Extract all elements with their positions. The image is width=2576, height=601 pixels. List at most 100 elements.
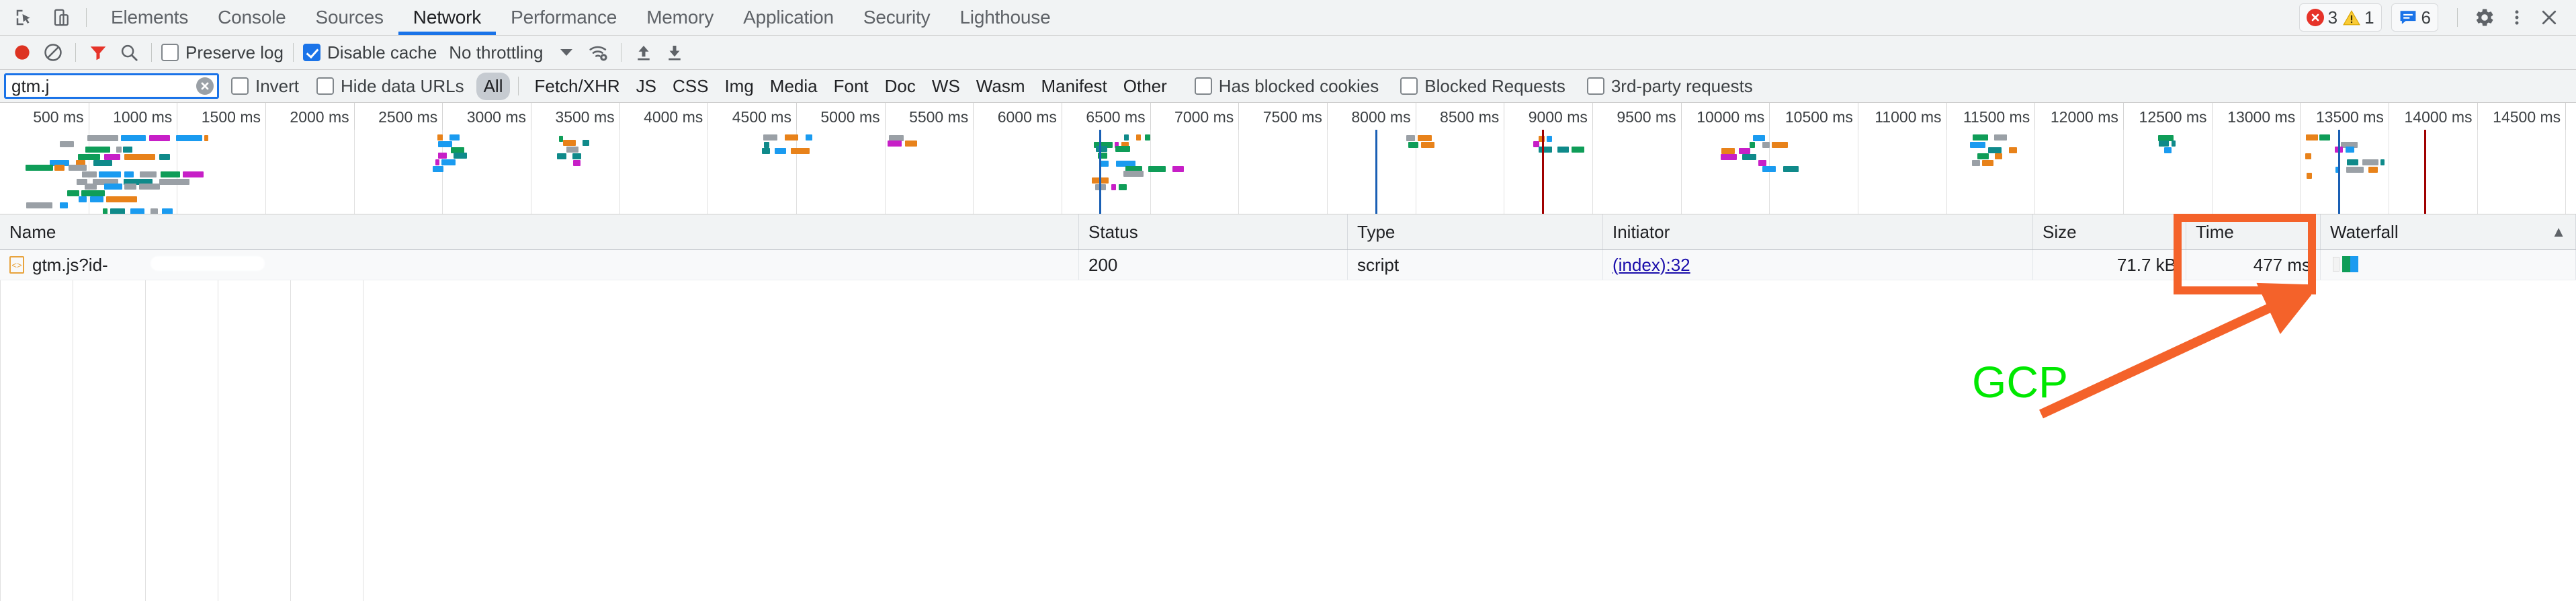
- chip-font[interactable]: Font: [826, 73, 876, 100]
- overview-request-bar: [774, 147, 787, 154]
- close-devtools-icon[interactable]: [2534, 3, 2564, 32]
- overview-request-bar: [1115, 160, 1135, 167]
- disable-cache-checkbox[interactable]: Disable cache: [300, 42, 439, 63]
- column-header-status[interactable]: Status: [1079, 214, 1348, 249]
- chip-js[interactable]: JS: [629, 73, 664, 100]
- tab-console[interactable]: Console: [203, 0, 300, 35]
- overview-request-bar: [1762, 141, 1770, 148]
- overview-request-bar: [905, 140, 917, 147]
- throttling-dropdown[interactable]: No throttling: [449, 42, 573, 63]
- column-header-type[interactable]: Type: [1348, 214, 1603, 249]
- overview-request-bar: [1123, 171, 1144, 177]
- chip-other[interactable]: Other: [1116, 73, 1174, 100]
- more-options-icon[interactable]: [2502, 3, 2532, 32]
- third-party-requests-checkbox[interactable]: 3rd-party requests: [1584, 76, 1756, 97]
- column-label: Type: [1357, 221, 1396, 242]
- script-file-icon: <>: [9, 256, 24, 274]
- tab-performance[interactable]: Performance: [496, 0, 632, 35]
- overview-gridline: [1326, 130, 1328, 214]
- preserve-log-box[interactable]: [161, 44, 179, 61]
- filter-icon[interactable]: [83, 38, 114, 67]
- tab-lighthouse[interactable]: Lighthouse: [945, 0, 1065, 35]
- tab-label: Elements: [111, 7, 189, 28]
- chip-manifest[interactable]: Manifest: [1034, 73, 1115, 100]
- chip-label: Fetch/XHR: [534, 75, 620, 96]
- overview-request-bar: [78, 196, 87, 203]
- chip-wasm[interactable]: Wasm: [969, 73, 1033, 100]
- messages-counter-group[interactable]: 6: [2391, 3, 2438, 32]
- preserve-log-checkbox[interactable]: Preserve log: [159, 42, 286, 63]
- overview-request-bar: [99, 171, 121, 177]
- overview-gridline: [796, 130, 797, 214]
- timeline-tick: 14500 ms: [0, 103, 2567, 130]
- has-blocked-cookies-checkbox[interactable]: Has blocked cookies: [1192, 76, 1381, 97]
- load-event-marker: [2424, 130, 2426, 214]
- disable-cache-box[interactable]: [302, 44, 320, 61]
- overview-request-bar: [763, 141, 769, 148]
- cell-name[interactable]: <> gtm.js?id-: [0, 250, 1079, 280]
- settings-gear-icon[interactable]: [2470, 3, 2499, 32]
- tab-security[interactable]: Security: [849, 0, 945, 35]
- column-header-initiator[interactable]: Initiator: [1603, 214, 2033, 249]
- chip-ws[interactable]: WS: [925, 73, 968, 100]
- tab-network[interactable]: Network: [398, 0, 497, 35]
- overview-request-bar: [1977, 153, 1989, 159]
- filter-input[interactable]: [4, 73, 219, 99]
- record-button[interactable]: [7, 38, 38, 67]
- overview-gridline: [1592, 130, 1593, 214]
- dom-content-loaded-marker: [1375, 130, 1377, 214]
- tab-memory[interactable]: Memory: [632, 0, 728, 35]
- chip-label: WS: [931, 75, 960, 96]
- overview-gridline: [265, 130, 266, 214]
- overview-request-bar: [161, 171, 181, 177]
- column-label: Status: [1088, 221, 1138, 242]
- network-overview[interactable]: 500 ms 1000 ms 1500 ms 2000 ms 2500 ms 3000 m…: [0, 103, 2576, 214]
- overview-request-bar: [85, 147, 111, 153]
- device-toolbar-icon[interactable]: [47, 3, 77, 32]
- table-row[interactable]: <> gtm.js?id- 200 script (index):32 71.7…: [0, 250, 2576, 280]
- clear-button[interactable]: [38, 38, 69, 67]
- column-label: Time: [2196, 221, 2234, 242]
- hide-data-urls-box[interactable]: [316, 77, 335, 95]
- chip-img[interactable]: Img: [717, 73, 761, 100]
- overview-gridline: [707, 130, 709, 214]
- load-event-marker: [1542, 130, 1544, 214]
- message-counter[interactable]: 6: [2399, 7, 2431, 28]
- column-header-size[interactable]: Size: [2033, 214, 2186, 249]
- invert-box[interactable]: [231, 77, 249, 95]
- overview-gridline: [2034, 130, 2036, 214]
- overview-request-bar: [2164, 147, 2172, 154]
- chip-doc[interactable]: Doc: [877, 73, 923, 100]
- overview-gridline: [353, 130, 355, 214]
- chip-media[interactable]: Media: [763, 73, 825, 100]
- blocked-requests-box[interactable]: [1400, 77, 1418, 95]
- overview-request-bar: [130, 208, 144, 214]
- overview-request-bar: [68, 165, 87, 171]
- tab-sources[interactable]: Sources: [300, 0, 398, 35]
- warning-counter[interactable]: 1: [2343, 7, 2374, 28]
- network-conditions-icon[interactable]: [583, 38, 614, 67]
- issues-counter-group[interactable]: 3 1: [2299, 3, 2382, 32]
- chip-all[interactable]: All: [476, 72, 511, 100]
- import-har-icon[interactable]: [628, 38, 659, 67]
- tab-application[interactable]: Application: [728, 0, 849, 35]
- hide-data-urls-checkbox[interactable]: Hide data URLs: [314, 76, 467, 97]
- tab-elements[interactable]: Elements: [96, 0, 203, 35]
- search-icon[interactable]: [114, 38, 144, 67]
- overview-request-bar: [1145, 134, 1150, 141]
- invert-checkbox[interactable]: Invert: [228, 76, 302, 97]
- chip-fetch-xhr[interactable]: Fetch/XHR: [527, 73, 627, 100]
- column-header-waterfall[interactable]: Waterfall ▲: [2321, 214, 2576, 249]
- column-header-time[interactable]: Time: [2186, 214, 2321, 249]
- third-party-requests-box[interactable]: [1586, 77, 1604, 95]
- clear-filter-icon[interactable]: [196, 77, 214, 95]
- chip-css[interactable]: CSS: [665, 73, 716, 100]
- cell-type: script: [1348, 250, 1603, 280]
- initiator-link[interactable]: (index):32: [1613, 255, 1690, 276]
- has-blocked-cookies-box[interactable]: [1194, 77, 1212, 95]
- blocked-requests-checkbox[interactable]: Blocked Requests: [1398, 76, 1568, 97]
- column-header-name[interactable]: Name: [0, 214, 1079, 249]
- error-counter[interactable]: 3: [2306, 7, 2337, 28]
- export-har-icon[interactable]: [659, 38, 690, 67]
- inspect-element-icon[interactable]: [9, 3, 39, 32]
